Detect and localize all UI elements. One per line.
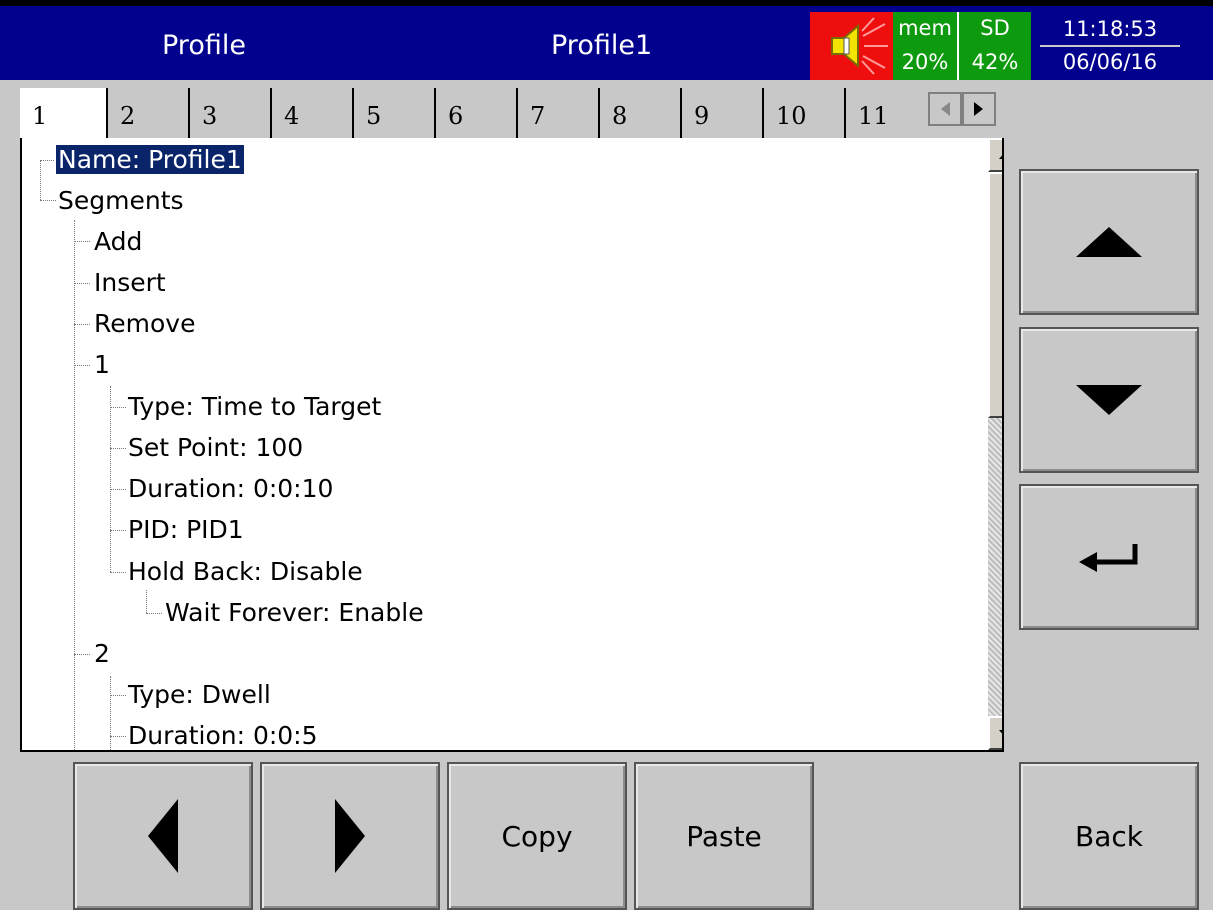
tree-node-insert[interactable]: Insert: [94, 264, 166, 302]
up-arrow-icon: [1076, 227, 1142, 257]
chevron-left-icon: [941, 102, 950, 116]
speaker-icon[interactable]: [810, 12, 893, 80]
tree-node-remove[interactable]: Remove: [94, 305, 195, 343]
scroll-thumb[interactable]: [988, 172, 1002, 418]
paste-button[interactable]: Paste: [634, 762, 814, 910]
tree-node-seg1-wait-forever[interactable]: Wait Forever: Enable: [165, 594, 424, 632]
screen: Profile Profile1 mem 20% SD 42% 11:18:53: [0, 0, 1213, 910]
header-bar: Profile Profile1 mem 20% SD 42% 11:18:53: [0, 0, 1213, 80]
tree-node-add[interactable]: Add: [94, 223, 142, 261]
left-arrow-icon: [148, 799, 178, 873]
chevron-right-icon: [974, 102, 983, 116]
tab-11[interactable]: 11: [844, 88, 930, 138]
tree-node-segment-2[interactable]: 2: [94, 635, 110, 673]
copy-button[interactable]: Copy: [447, 762, 627, 910]
profile-name: Profile1: [551, 30, 653, 61]
enter-icon: [1079, 544, 1138, 572]
tab-4[interactable]: 4: [270, 88, 354, 138]
tree-node-seg1-type[interactable]: Type: Time to Target: [128, 388, 381, 426]
tree-node-seg1-pid[interactable]: PID: PID1: [128, 511, 244, 549]
memory-status: mem 20%: [893, 12, 959, 80]
mem-label: mem: [898, 16, 952, 40]
tree-node-seg2-type[interactable]: Type: Dwell: [128, 676, 271, 714]
clock-date: 06/06/16: [1062, 50, 1158, 74]
sd-value: 42%: [971, 50, 1019, 74]
up-button[interactable]: [1019, 169, 1199, 315]
tab-9[interactable]: 9: [680, 88, 764, 138]
tree-node-seg2-duration[interactable]: Duration: 0:0:5: [128, 717, 318, 750]
tab-bar: 1 2 3 4 5 6 7 8 9 10 11: [20, 88, 1004, 138]
sd-status: SD 42%: [959, 12, 1031, 80]
next-button[interactable]: [260, 762, 440, 910]
tree-node-seg1-duration[interactable]: Duration: 0:0:10: [128, 470, 333, 508]
tab-3[interactable]: 3: [188, 88, 272, 138]
tab-scroll-left[interactable]: [928, 92, 962, 126]
prev-button[interactable]: [73, 762, 253, 910]
scroll-down-button[interactable]: [988, 716, 1002, 750]
tab-2[interactable]: 2: [106, 88, 190, 138]
tab-6[interactable]: 6: [434, 88, 518, 138]
down-arrow-icon: [1076, 385, 1142, 415]
tree-node-segment-1[interactable]: 1: [94, 346, 110, 384]
enter-button[interactable]: [1019, 484, 1199, 630]
tree-node-seg1-setpoint[interactable]: Set Point: 100: [128, 429, 303, 467]
caret-down-icon: [999, 729, 1002, 733]
tab-1[interactable]: 1: [20, 88, 108, 138]
back-button[interactable]: Back: [1019, 762, 1199, 910]
tab-7[interactable]: 7: [516, 88, 600, 138]
tree-node-segments[interactable]: Segments: [58, 182, 184, 220]
page-title: Profile: [162, 30, 246, 61]
mem-value: 20%: [901, 50, 949, 74]
tree-node-name[interactable]: Name: Profile1: [55, 141, 245, 179]
sd-label: SD: [980, 16, 1010, 40]
clock-time: 11:18:53: [1062, 17, 1158, 41]
tab-scroll-right[interactable]: [962, 92, 996, 126]
tab-8[interactable]: 8: [598, 88, 682, 138]
down-button[interactable]: [1019, 327, 1199, 473]
clock: 11:18:53 06/06/16: [1040, 14, 1180, 78]
scroll-up-button[interactable]: [988, 138, 1002, 172]
tab-10[interactable]: 10: [762, 88, 846, 138]
caret-up-icon: [999, 155, 1002, 159]
tab-5[interactable]: 5: [352, 88, 436, 138]
tree-scrollbar[interactable]: [988, 138, 1002, 750]
right-arrow-icon: [335, 799, 365, 873]
profile-tree[interactable]: Name: Profile1 Segments Add Insert Remov…: [20, 138, 1004, 752]
tree-node-seg1-holdback[interactable]: Hold Back: Disable: [128, 553, 363, 591]
